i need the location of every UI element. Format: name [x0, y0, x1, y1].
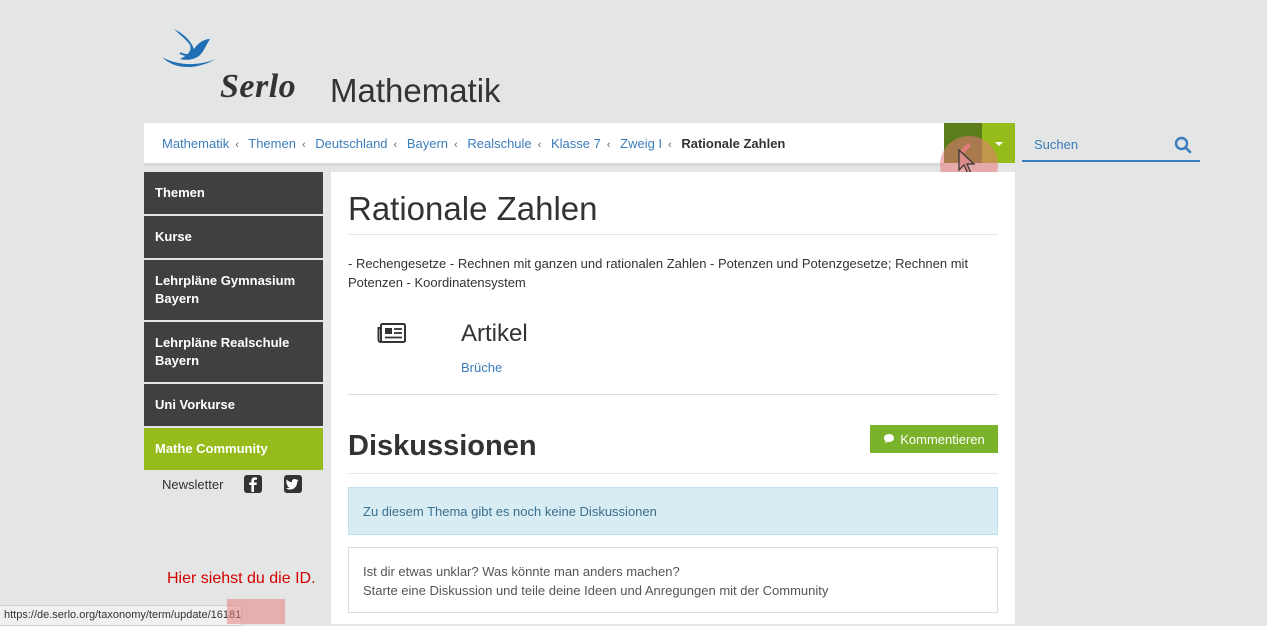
divider — [348, 234, 998, 235]
newspaper-icon — [377, 323, 406, 343]
page-title: Rationale Zahlen — [348, 190, 598, 227]
breadcrumb-item-zweig[interactable]: Zweig I — [620, 136, 662, 151]
divider — [348, 473, 998, 474]
search-icon[interactable] — [1174, 136, 1192, 154]
main-content: Rationale Zahlen - Rechengesetze - Rechn… — [331, 172, 1015, 624]
comment-button-label: Kommentieren — [900, 431, 985, 447]
breadcrumb-separator-icon: ‹ — [668, 139, 672, 151]
breadcrumb: Mathematik ‹ Themen ‹ Deutschland ‹ Bayern ‹… — [162, 136, 785, 151]
no-discussions-alert: Zu diesem Thema gibt es noch keine Disku… — [348, 487, 998, 535]
sidebar-item-lehrplaene-realschule[interactable]: Lehrpläne Realschule Bayern — [144, 322, 323, 382]
newsletter-link[interactable]: Newsletter — [162, 477, 223, 492]
start-discussion-box[interactable]: Ist dir etwas unklar? Was könnte man and… — [348, 547, 998, 613]
discussions-heading: Diskussionen — [348, 430, 537, 462]
breadcrumb-separator-icon: ‹ — [235, 139, 239, 151]
caret-down-icon — [995, 142, 1003, 146]
serlo-bird-logo-icon[interactable] — [160, 25, 220, 75]
twitter-icon[interactable] — [283, 474, 303, 494]
breadcrumb-separator-icon: ‹ — [301, 139, 306, 151]
search-box — [1022, 130, 1200, 162]
breadcrumb-item-deutschland[interactable]: Deutschland — [315, 136, 387, 151]
annotation-text: Hier siehst du die ID. — [167, 570, 316, 587]
subject-title[interactable]: Mathematik — [330, 72, 501, 110]
breadcrumb-item-realschule[interactable]: Realschule — [467, 136, 531, 151]
facebook-icon[interactable] — [243, 474, 263, 494]
breadcrumb-bar: Mathematik ‹ Themen ‹ Deutschland ‹ Bayern ‹… — [144, 123, 944, 166]
divider — [348, 394, 998, 395]
sidebar-item-mathe-community[interactable]: Mathe Community — [144, 428, 323, 470]
sidebar-item-uni-vorkurse[interactable]: Uni Vorkurse — [144, 384, 323, 426]
sidebar-item-kurse[interactable]: Kurse — [144, 216, 323, 258]
prompt-line-2: Starte eine Diskussion und teile deine I… — [363, 583, 829, 598]
sidebar-item-lehrplaene-gymnasium[interactable]: Lehrpläne Gymnasium Bayern — [144, 260, 323, 320]
breadcrumb-separator-icon: ‹ — [393, 139, 398, 151]
breadcrumb-separator-icon: ‹ — [537, 139, 542, 151]
comments-icon — [884, 434, 895, 444]
no-discussions-text: Zu diesem Thema gibt es noch keine Disku… — [363, 504, 657, 519]
breadcrumb-separator-icon: ‹ — [454, 139, 458, 151]
sidebar-item-themen[interactable]: Themen — [144, 172, 323, 214]
article-link-brueche[interactable]: Brüche — [461, 360, 502, 375]
status-bar-url: https://de.serlo.org/taxonomy/term/updat… — [0, 605, 243, 626]
search-input[interactable] — [1032, 136, 1166, 153]
id-highlight — [227, 599, 285, 624]
breadcrumb-item-themen[interactable]: Themen — [248, 136, 296, 151]
breadcrumb-separator-icon: ‹ — [606, 139, 611, 151]
social-row: Newsletter — [162, 474, 303, 494]
comment-button[interactable]: Kommentieren — [870, 425, 998, 453]
prompt-line-1: Ist dir etwas unklar? Was könnte man and… — [363, 564, 680, 579]
breadcrumb-item-mathematik[interactable]: Mathematik — [162, 136, 229, 151]
sidebar-nav: Themen Kurse Lehrpläne Gymnasium Bayern … — [144, 172, 323, 472]
breadcrumb-item-klasse-7[interactable]: Klasse 7 — [551, 136, 601, 151]
breadcrumb-current: Rationale Zahlen — [681, 136, 786, 151]
breadcrumb-item-bayern[interactable]: Bayern — [407, 136, 448, 151]
topic-description: - Rechengesetze - Rechnen mit ganzen und… — [348, 256, 969, 290]
article-section-heading: Artikel — [461, 320, 528, 347]
brand-name[interactable]: Serlo — [220, 68, 296, 106]
